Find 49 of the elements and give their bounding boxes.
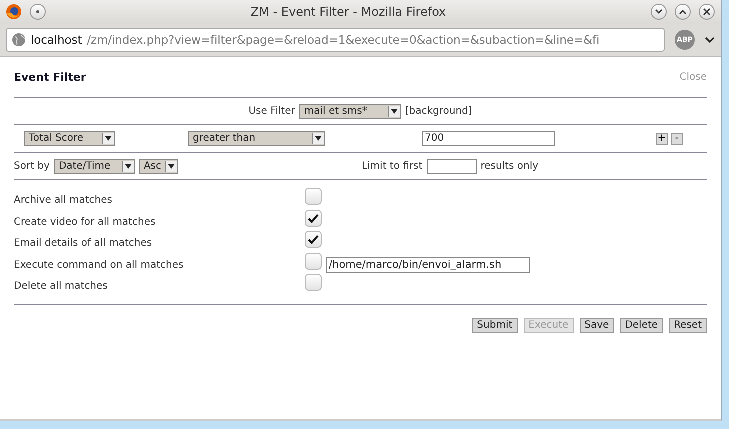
remove-term-button[interactable]: -: [671, 132, 683, 144]
limit-suffix: results only: [480, 160, 539, 172]
dropdown-arrow-icon: [315, 136, 322, 141]
chevron-up-icon: [679, 9, 687, 15]
checkmark-icon: [308, 214, 319, 223]
checkbox[interactable]: [305, 188, 322, 206]
checkbox[interactable]: [305, 252, 322, 270]
action-button[interactable]: Reset: [669, 318, 707, 332]
maximize-button[interactable]: [675, 4, 691, 20]
sort-label: Sort by: [14, 160, 50, 172]
action-button[interactable]: Save: [580, 318, 614, 332]
minimize-button[interactable]: [651, 4, 667, 20]
dropdown[interactable]: greater than: [188, 131, 325, 146]
command-field[interactable]: /home/marco/bin/envoi_alarm.sh: [326, 257, 530, 274]
close-button[interactable]: [699, 4, 715, 20]
action-button[interactable]: Delete: [620, 318, 664, 332]
filter-note: [background]: [405, 106, 472, 116]
dropdown[interactable]: Total Score: [24, 131, 115, 146]
checkbox[interactable]: [305, 210, 322, 227]
checkbox[interactable]: [305, 231, 322, 248]
action-label: Email details of all matches: [14, 238, 154, 250]
dropdown-arrow-icon: [391, 108, 398, 114]
window-menu-button[interactable]: [30, 4, 46, 20]
dropdown[interactable]: Asc: [138, 158, 178, 174]
value-field[interactable]: 700: [422, 131, 555, 146]
action-label: Create video for all matches: [14, 216, 157, 228]
limit-field[interactable]: [426, 158, 477, 174]
close-icon: [703, 8, 711, 16]
limit-label: Limit to first: [362, 160, 423, 172]
checkbox[interactable]: [305, 274, 322, 292]
page-title: Event Filter: [14, 70, 86, 84]
window-title: ZM - Event Filter - Mozilla Firefox: [250, 5, 448, 19]
checkmark-icon: [308, 235, 319, 244]
dropdown[interactable]: Date/Time: [54, 158, 135, 174]
dropdown-arrow-icon: [168, 164, 175, 168]
action-label: Archive all matches: [14, 195, 114, 206]
chevron-down-icon: [655, 9, 663, 15]
action-button[interactable]: Submit: [472, 318, 518, 332]
chevron-down-icon[interactable]: [705, 36, 715, 44]
use-filter-label: Use Filter: [248, 106, 296, 116]
dropdown-arrow-icon: [105, 136, 112, 141]
browser-logo-icon: [6, 4, 22, 20]
add-term-button[interactable]: +: [656, 132, 668, 144]
address-bar[interactable]: localhost /zm/index.php?view=filter&page=&reload=1&execute=0&action=&subaction=&line=&fi: [6, 28, 665, 52]
dropdown[interactable]: mail et sms*: [299, 104, 402, 118]
action-label: Delete all matches: [14, 281, 109, 292]
dropdown-arrow-icon: [124, 164, 132, 168]
globe-icon: [12, 33, 26, 47]
action-label: Execute command on all matches: [14, 260, 185, 271]
